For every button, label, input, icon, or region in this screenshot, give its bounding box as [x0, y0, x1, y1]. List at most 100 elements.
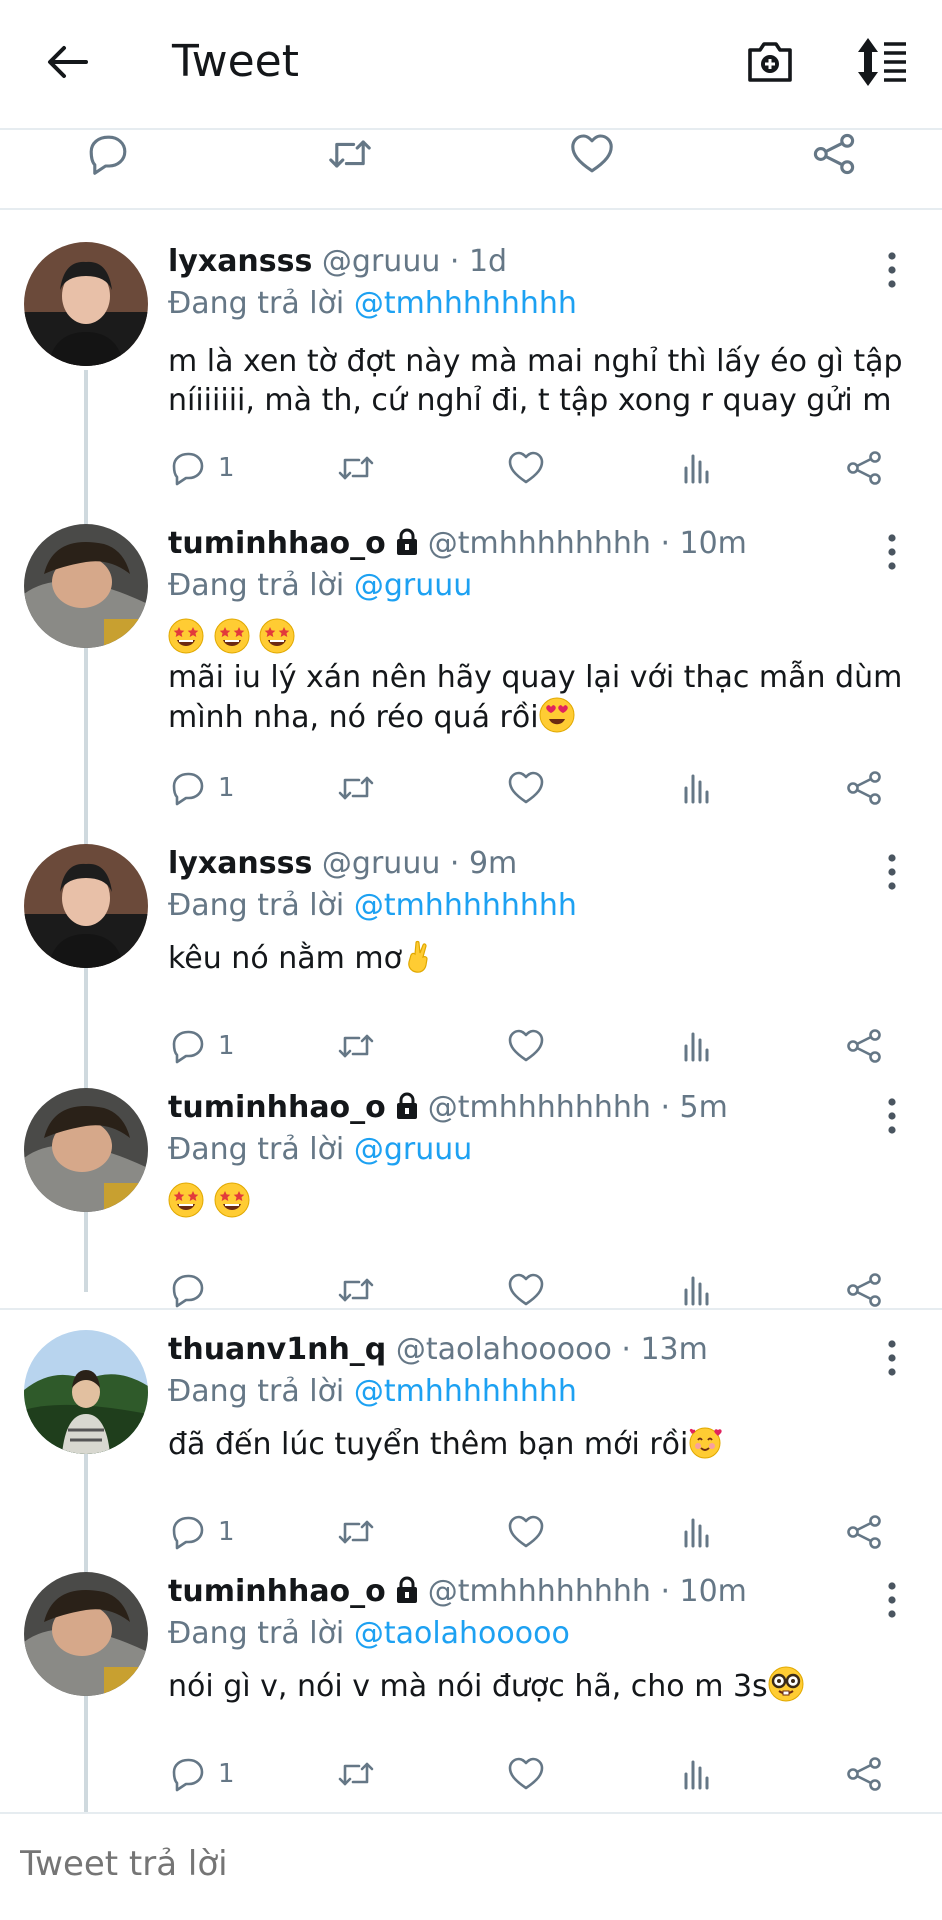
user-name[interactable]: tuminhhao_o: [168, 526, 386, 561]
more-icon[interactable]: [884, 852, 900, 892]
reply-icon[interactable]: [82, 130, 134, 178]
share-button[interactable]: [844, 1752, 884, 1796]
retweet-icon: [336, 1270, 376, 1310]
share-button[interactable]: [844, 1510, 884, 1554]
like-icon[interactable]: [566, 130, 618, 178]
camera-add-icon[interactable]: [742, 34, 798, 90]
tweet-meta: lyxansss @gruuu · 1d: [168, 244, 507, 279]
analytics-icon: [676, 448, 716, 488]
replying-prefix: Đang trả lời: [168, 1374, 354, 1409]
like-icon: [506, 1754, 546, 1794]
avatar[interactable]: [24, 1572, 148, 1696]
sort-icon[interactable]: [854, 34, 910, 90]
avatar[interactable]: [24, 242, 148, 366]
tweet-time: · 1d: [449, 244, 508, 279]
analytics-button[interactable]: [676, 446, 716, 490]
reply-button[interactable]: 1: [168, 1510, 235, 1554]
like-icon: [506, 1512, 546, 1552]
mention-link[interactable]: @tmhhhhhhhh: [354, 286, 577, 321]
share-icon[interactable]: [808, 130, 860, 178]
user-name[interactable]: lyxansss: [168, 244, 312, 279]
main-tweet-actions: [0, 130, 942, 210]
lock-icon: [392, 527, 422, 557]
tweet-time: · 13m: [621, 1332, 708, 1367]
retweet-icon[interactable]: [324, 130, 376, 178]
emoji-row: [168, 1182, 908, 1222]
share-icon: [844, 1270, 884, 1310]
more-icon[interactable]: [884, 250, 900, 290]
tweet-text: mãi iu lý xán nên hãy quay lại với thạc …: [168, 618, 908, 737]
user-handle: @gruuu: [321, 846, 441, 881]
tweet-meta: thuanv1nh_q @taolahooooo · 13m: [168, 1332, 708, 1367]
tweet-actions: 1: [168, 766, 908, 810]
share-button[interactable]: [844, 766, 884, 810]
analytics-button[interactable]: [676, 1268, 716, 1312]
tweet-text-line: m là xen tờ đợt này mà mai nghỉ thì lấy …: [168, 344, 903, 379]
retweet-button[interactable]: [336, 1268, 376, 1312]
like-button[interactable]: [506, 1752, 546, 1796]
user-name[interactable]: lyxansss: [168, 846, 312, 881]
user-name[interactable]: tuminhhao_o: [168, 1090, 386, 1125]
like-button[interactable]: [506, 1024, 546, 1068]
nerd-face-emoji: [768, 1666, 804, 1702]
share-button[interactable]: [844, 1268, 884, 1312]
retweet-button[interactable]: [336, 766, 376, 810]
analytics-button[interactable]: [676, 1024, 716, 1068]
mention-link[interactable]: @tmhhhhhhhh: [354, 888, 577, 923]
replying-to: Đang trả lời @taolahooooo: [168, 1616, 570, 1651]
tweet-text: nói gì v, nói v mà nói được hã, cho m 3s: [168, 1666, 908, 1706]
share-button[interactable]: [844, 446, 884, 490]
mention-link[interactable]: @taolahooooo: [354, 1616, 570, 1651]
like-button[interactable]: [506, 1510, 546, 1554]
share-button[interactable]: [844, 1024, 884, 1068]
avatar[interactable]: [24, 1330, 148, 1454]
star-struck-emoji: [214, 618, 250, 654]
replying-prefix: Đang trả lời: [168, 568, 354, 603]
share-icon: [844, 448, 884, 488]
retweet-button[interactable]: [336, 1510, 376, 1554]
tweet-text-line: níiiiiii, mà th, cứ nghỉ đi, t tập xong …: [168, 383, 892, 418]
tweet-text: đã đến lúc tuyển thêm bạn mới rồi: [168, 1424, 908, 1464]
analytics-icon: [676, 1270, 716, 1310]
mention-link[interactable]: @tmhhhhhhhh: [354, 1374, 577, 1409]
more-icon[interactable]: [884, 532, 900, 572]
more-icon[interactable]: [884, 1580, 900, 1620]
reply-button[interactable]: [168, 1268, 218, 1312]
heart-eyes-emoji: [539, 697, 575, 733]
mention-link[interactable]: @gruuu: [354, 568, 472, 603]
tweet-text-line: đã đến lúc tuyển thêm bạn mới rồi: [168, 1427, 689, 1462]
reply-input[interactable]: [20, 1844, 900, 1884]
like-button[interactable]: [506, 1268, 546, 1312]
tweet-actions: [168, 1268, 908, 1312]
reply-count: 1: [218, 1759, 235, 1789]
avatar[interactable]: [24, 1088, 148, 1212]
analytics-button[interactable]: [676, 1510, 716, 1554]
user-name[interactable]: tuminhhao_o: [168, 1574, 386, 1609]
reply-button[interactable]: 1: [168, 1024, 235, 1068]
more-icon[interactable]: [884, 1096, 900, 1136]
tweet-time: · 10m: [660, 526, 747, 561]
avatar[interactable]: [24, 844, 148, 968]
star-struck-emoji: [168, 1182, 204, 1218]
retweet-button[interactable]: [336, 446, 376, 490]
reply-button[interactable]: 1: [168, 766, 235, 810]
analytics-button[interactable]: [676, 1752, 716, 1796]
tweet-text-line: kêu nó nằm mơ: [168, 941, 402, 976]
user-name[interactable]: thuanv1nh_q: [168, 1332, 386, 1367]
like-button[interactable]: [506, 446, 546, 490]
reply-count: 1: [218, 773, 235, 803]
back-arrow-icon[interactable]: [44, 38, 92, 86]
analytics-icon: [676, 1754, 716, 1794]
retweet-button[interactable]: [336, 1752, 376, 1796]
reply-icon: [168, 448, 208, 488]
replying-prefix: Đang trả lời: [168, 286, 354, 321]
avatar[interactable]: [24, 524, 148, 648]
retweet-button[interactable]: [336, 1024, 376, 1068]
like-button[interactable]: [506, 766, 546, 810]
reply-button[interactable]: 1: [168, 1752, 235, 1796]
mention-link[interactable]: @gruuu: [354, 1132, 472, 1167]
more-icon[interactable]: [884, 1338, 900, 1378]
share-icon: [844, 1754, 884, 1794]
analytics-button[interactable]: [676, 766, 716, 810]
reply-button[interactable]: 1: [168, 446, 235, 490]
